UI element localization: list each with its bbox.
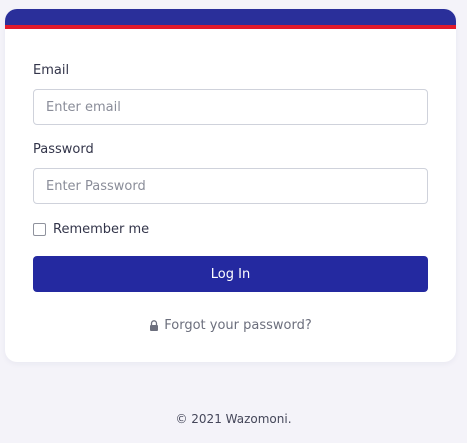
card-header-stripe xyxy=(5,25,456,29)
card-header-bar xyxy=(5,9,456,25)
login-button[interactable]: Log In xyxy=(33,256,428,292)
password-field[interactable] xyxy=(33,168,428,204)
footer-copyright: © 2021 Wazomoni. xyxy=(175,412,292,426)
forgot-password-link[interactable]: Forgot your password? xyxy=(5,318,456,333)
login-card: Email Password Remember me Log In Forgot… xyxy=(5,9,456,362)
remember-me-label: Remember me xyxy=(53,222,150,237)
email-field[interactable] xyxy=(33,89,428,125)
forgot-password-label: Forgot your password? xyxy=(164,318,312,333)
remember-me-checkbox[interactable] xyxy=(33,223,46,236)
remember-me-row[interactable]: Remember me xyxy=(33,222,149,237)
lock-icon xyxy=(150,320,159,331)
password-label: Password xyxy=(33,142,94,157)
email-label: Email xyxy=(33,63,70,78)
